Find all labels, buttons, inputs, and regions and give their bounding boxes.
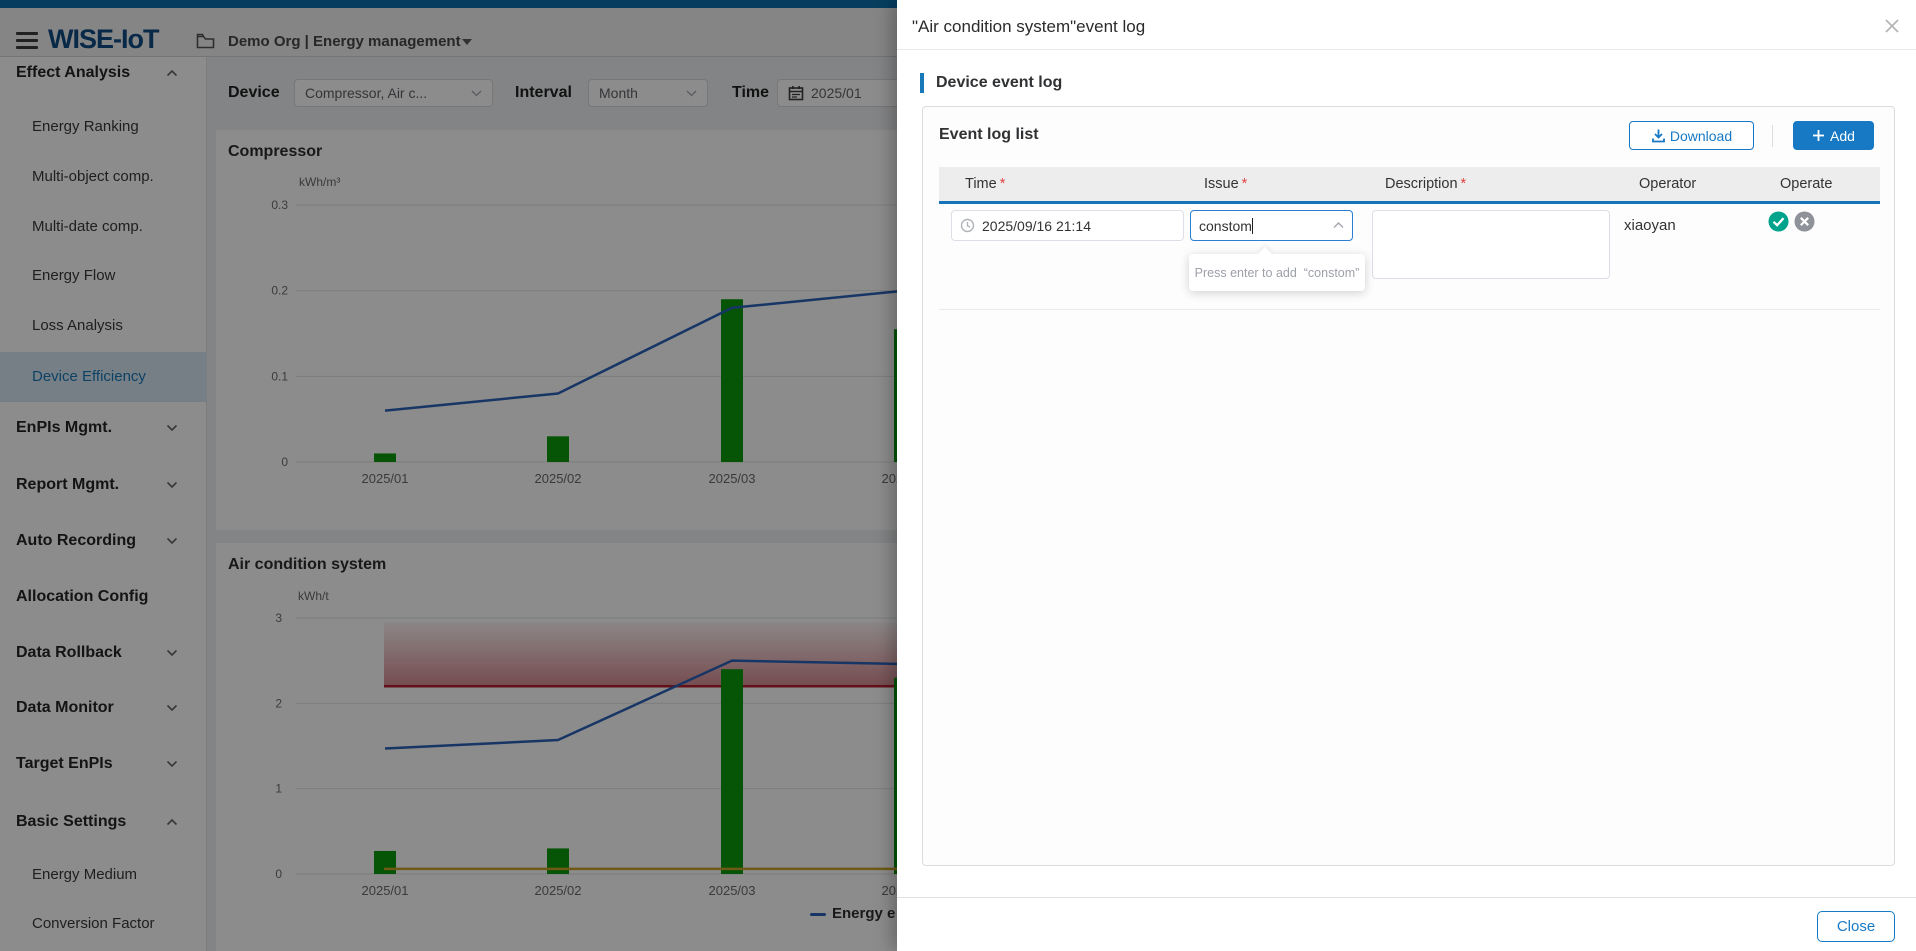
close-button-label: Close xyxy=(1837,918,1875,935)
section-title: Device event log xyxy=(936,74,1062,92)
add-button-label: Add xyxy=(1830,128,1855,144)
tooltip-text: Press enter to add “constom” xyxy=(1195,266,1360,280)
time-input[interactable]: 2025/09/16 21:14 xyxy=(951,210,1184,241)
description-textarea[interactable] xyxy=(1372,210,1610,279)
clock-icon xyxy=(960,218,975,233)
app-root: WISE-IoT Demo Org | Energy management Ef… xyxy=(0,0,1916,951)
table-header-row: Time* Issue* Description* Operator Operate xyxy=(939,167,1880,204)
text-cursor xyxy=(1252,218,1253,234)
download-button-label: Download xyxy=(1670,128,1732,144)
cancel-x-icon[interactable] xyxy=(1794,211,1815,232)
tooltip-arrow xyxy=(1258,247,1272,261)
column-header-operate: Operate xyxy=(1780,167,1832,201)
add-button[interactable]: Add xyxy=(1793,121,1874,150)
panel-title: Event log list xyxy=(939,126,1039,144)
event-log-panel: Event log list Download Add Time* Issue* D… xyxy=(922,106,1895,866)
drawer-title: "Air condition system"event log xyxy=(912,17,1145,37)
download-icon xyxy=(1651,128,1666,143)
button-separator xyxy=(1772,125,1773,147)
time-input-value: 2025/09/16 21:14 xyxy=(982,218,1091,234)
plus-icon xyxy=(1812,129,1825,142)
drawer-close-icon[interactable] xyxy=(1880,14,1904,38)
download-button[interactable]: Download xyxy=(1629,121,1754,150)
drawer-footer-divider xyxy=(897,897,1916,898)
drawer-header-divider xyxy=(897,49,1916,50)
row-divider xyxy=(939,309,1880,310)
chevron-up-icon xyxy=(1333,222,1344,229)
issue-input[interactable]: constom xyxy=(1190,210,1353,241)
section-accent-bar xyxy=(920,73,924,93)
issue-input-value: constom xyxy=(1199,218,1252,234)
issue-suggestion-tooltip: Press enter to add “constom” xyxy=(1189,254,1365,291)
column-header-operator: Operator xyxy=(1639,167,1696,201)
operator-cell: xiaoyan xyxy=(1624,212,1676,240)
close-button[interactable]: Close xyxy=(1817,911,1895,942)
column-header-time: Time* xyxy=(965,167,1005,201)
confirm-check-icon[interactable] xyxy=(1768,211,1789,232)
column-header-issue: Issue* xyxy=(1204,167,1247,201)
event-log-drawer: "Air condition system"event log Device e… xyxy=(897,0,1916,951)
column-header-description: Description* xyxy=(1385,167,1466,201)
